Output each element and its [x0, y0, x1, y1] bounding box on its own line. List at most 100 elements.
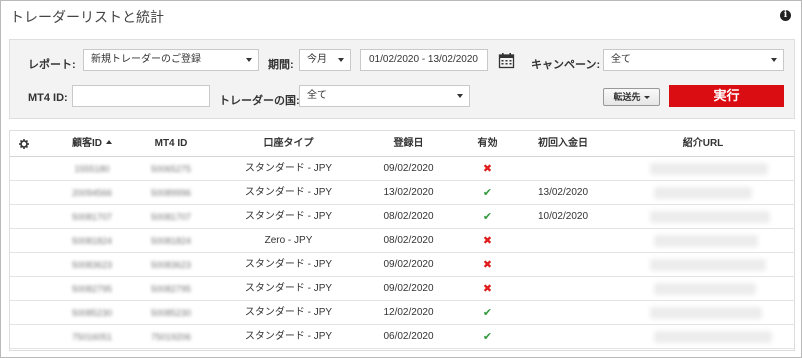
cell-first-deposit: 10/02/2020 — [537, 211, 589, 222]
cell-referral-url — [650, 163, 768, 175]
table-row[interactable]: 50085230 50085230 スタンダード - JPY 12/02/2020 ✔ — [10, 301, 794, 325]
cross-icon: ✖ — [482, 283, 493, 295]
cell-first-deposit — [515, 301, 611, 325]
column-header-label: 顧客ID — [72, 138, 102, 149]
cell-mt4-id: 50083623 — [150, 260, 192, 270]
table-row[interactable]: 50081824 50081824 Zero - JPY 08/02/2020 ✖ — [10, 229, 794, 253]
period-select-value: 今月 — [307, 54, 327, 65]
cell-account-type: スタンダード - JPY — [244, 283, 333, 294]
cell-first-deposit: 13/02/2020 — [537, 187, 589, 198]
column-header-referral-url[interactable]: 紹介URL — [610, 131, 794, 157]
cell-account-type: スタンダード - JPY — [244, 331, 333, 342]
table-row[interactable]: 50082795 50082795 スタンダード - JPY 09/02/2020 ✖ — [10, 277, 794, 301]
check-icon: ✔ — [482, 307, 493, 319]
report-select[interactable]: 新規トレーダーのご登録 — [83, 49, 259, 71]
cell-reg-date: 13/02/2020 — [383, 187, 434, 198]
check-icon: ✔ — [482, 331, 493, 343]
table-row[interactable]: 20094566 50089996 スタンダード - JPY 13/02/2020 13… — [10, 181, 794, 205]
cell-account-type: スタンダード - JPY — [244, 259, 333, 270]
cell-referral-url — [654, 235, 758, 247]
cell-referral-url — [654, 331, 772, 343]
page-title: トレーダーリストと統計 — [10, 9, 164, 25]
cell-reg-date: 09/02/2020 — [383, 259, 434, 270]
chevron-down-icon — [457, 94, 463, 98]
cell-client-id: 50083623 — [71, 260, 113, 270]
column-header-first-deposit[interactable]: 初回入金日 — [515, 131, 611, 157]
date-range-value: 01/02/2020 - 13/02/2020 — [369, 54, 478, 65]
mt4id-label: MT4 ID: — [28, 92, 68, 104]
forward-button-label: 転送先 — [613, 92, 641, 102]
cell-client-id: 50081707 — [71, 212, 113, 222]
cross-icon: ✖ — [482, 259, 493, 271]
column-header-mt4-id[interactable]: MT4 ID — [130, 131, 212, 157]
period-select[interactable]: 今月 — [299, 49, 351, 71]
cell-account-type: スタンダード - JPY — [244, 163, 333, 174]
country-select[interactable]: 全て — [299, 85, 470, 107]
cell-mt4-id: 75019206 — [150, 332, 192, 342]
cell-mt4-id: 50085230 — [150, 308, 192, 318]
cell-reg-date: 09/02/2020 — [383, 163, 434, 174]
gear-icon[interactable] — [19, 139, 29, 149]
cell-client-id: 50082795 — [71, 284, 113, 294]
period-label: 期間: — [268, 59, 294, 71]
check-icon: ✔ — [482, 211, 493, 223]
column-header-client-id[interactable]: 顧客ID — [52, 131, 132, 157]
cell-account-type: Zero - JPY — [264, 235, 313, 246]
cell-client-id: 1555180 — [74, 164, 110, 174]
cross-icon: ✖ — [482, 163, 493, 175]
cell-reg-date: 12/02/2020 — [383, 307, 434, 318]
forward-button[interactable]: 転送先 — [603, 88, 660, 106]
date-range-input[interactable]: 01/02/2020 - 13/02/2020 — [360, 49, 488, 71]
cell-client-id: 50085230 — [71, 308, 113, 318]
country-label: トレーダーの国: — [219, 95, 300, 107]
table-row[interactable]: 50081707 50081707 スタンダード - JPY 08/02/2020 10… — [10, 205, 794, 229]
cell-first-deposit — [515, 157, 611, 181]
cell-reg-date: 08/02/2020 — [383, 211, 434, 222]
campaign-select[interactable]: 全て — [603, 49, 784, 71]
sort-asc-icon — [106, 140, 112, 144]
filter-panel: レポート: 新規トレーダーのご登録 期間: 今月 01/02/2020 - 13… — [9, 39, 795, 119]
cell-account-type: スタンダード - JPY — [244, 307, 333, 318]
main-window: トレーダーリストと統計 i レポート: 新規トレーダーのご登録 期間: 今月 0… — [0, 0, 802, 358]
cell-reg-date: 09/02/2020 — [383, 283, 434, 294]
run-button[interactable]: 実行 — [669, 85, 784, 107]
cell-client-id: 50081824 — [71, 236, 113, 246]
campaign-label: キャンペーン: — [531, 59, 601, 71]
traders-table: 顧客ID MT4 ID 口座タイプ 登録日 有効 初回入金日 紹介URL 155… — [9, 130, 795, 351]
report-label: レポート: — [28, 59, 76, 71]
cell-reg-date: 08/02/2020 — [383, 235, 434, 246]
cell-referral-url — [654, 187, 752, 199]
column-header-active[interactable]: 有効 — [460, 131, 515, 157]
table-row[interactable]: 75016051 75019206 スタンダード - JPY 06/02/2020 ✔ — [10, 325, 794, 349]
report-select-value: 新規トレーダーのご登録 — [91, 54, 201, 65]
cell-mt4-id: 50065275 — [150, 164, 192, 174]
info-icon[interactable]: i — [780, 10, 791, 21]
column-header-account-type[interactable]: 口座タイプ — [230, 131, 347, 157]
cross-icon: ✖ — [482, 235, 493, 247]
table-row[interactable]: 50083623 50083623 スタンダード - JPY 09/02/2020 ✖ — [10, 253, 794, 277]
cell-referral-url — [654, 283, 756, 295]
table-row[interactable]: 1555180 50065275 スタンダード - JPY 09/02/2020 ✖ — [10, 157, 794, 181]
cell-reg-date: 06/02/2020 — [383, 331, 434, 342]
cell-account-type: スタンダード - JPY — [244, 187, 333, 198]
cell-first-deposit — [515, 229, 611, 253]
campaign-select-value: 全て — [611, 54, 631, 65]
cell-account-type: スタンダード - JPY — [244, 211, 333, 222]
cell-referral-url — [650, 259, 766, 271]
country-select-value: 全て — [307, 90, 327, 101]
cell-mt4-id: 50089996 — [150, 188, 192, 198]
cell-first-deposit — [515, 277, 611, 301]
check-icon: ✔ — [482, 187, 493, 199]
chevron-down-icon — [246, 58, 252, 62]
cell-client-id: 20094566 — [71, 188, 113, 198]
calendar-icon[interactable] — [498, 52, 515, 69]
cell-mt4-id: 50081824 — [150, 236, 192, 246]
cell-client-id: 75016051 — [71, 332, 113, 342]
column-header-reg-date[interactable]: 登録日 — [360, 131, 457, 157]
chevron-down-icon — [338, 58, 344, 62]
cell-first-deposit — [515, 325, 611, 349]
cell-referral-url — [650, 307, 762, 319]
table-header: 顧客ID MT4 ID 口座タイプ 登録日 有効 初回入金日 紹介URL — [10, 131, 794, 157]
chevron-down-icon — [771, 58, 777, 62]
mt4id-input[interactable] — [72, 85, 210, 107]
